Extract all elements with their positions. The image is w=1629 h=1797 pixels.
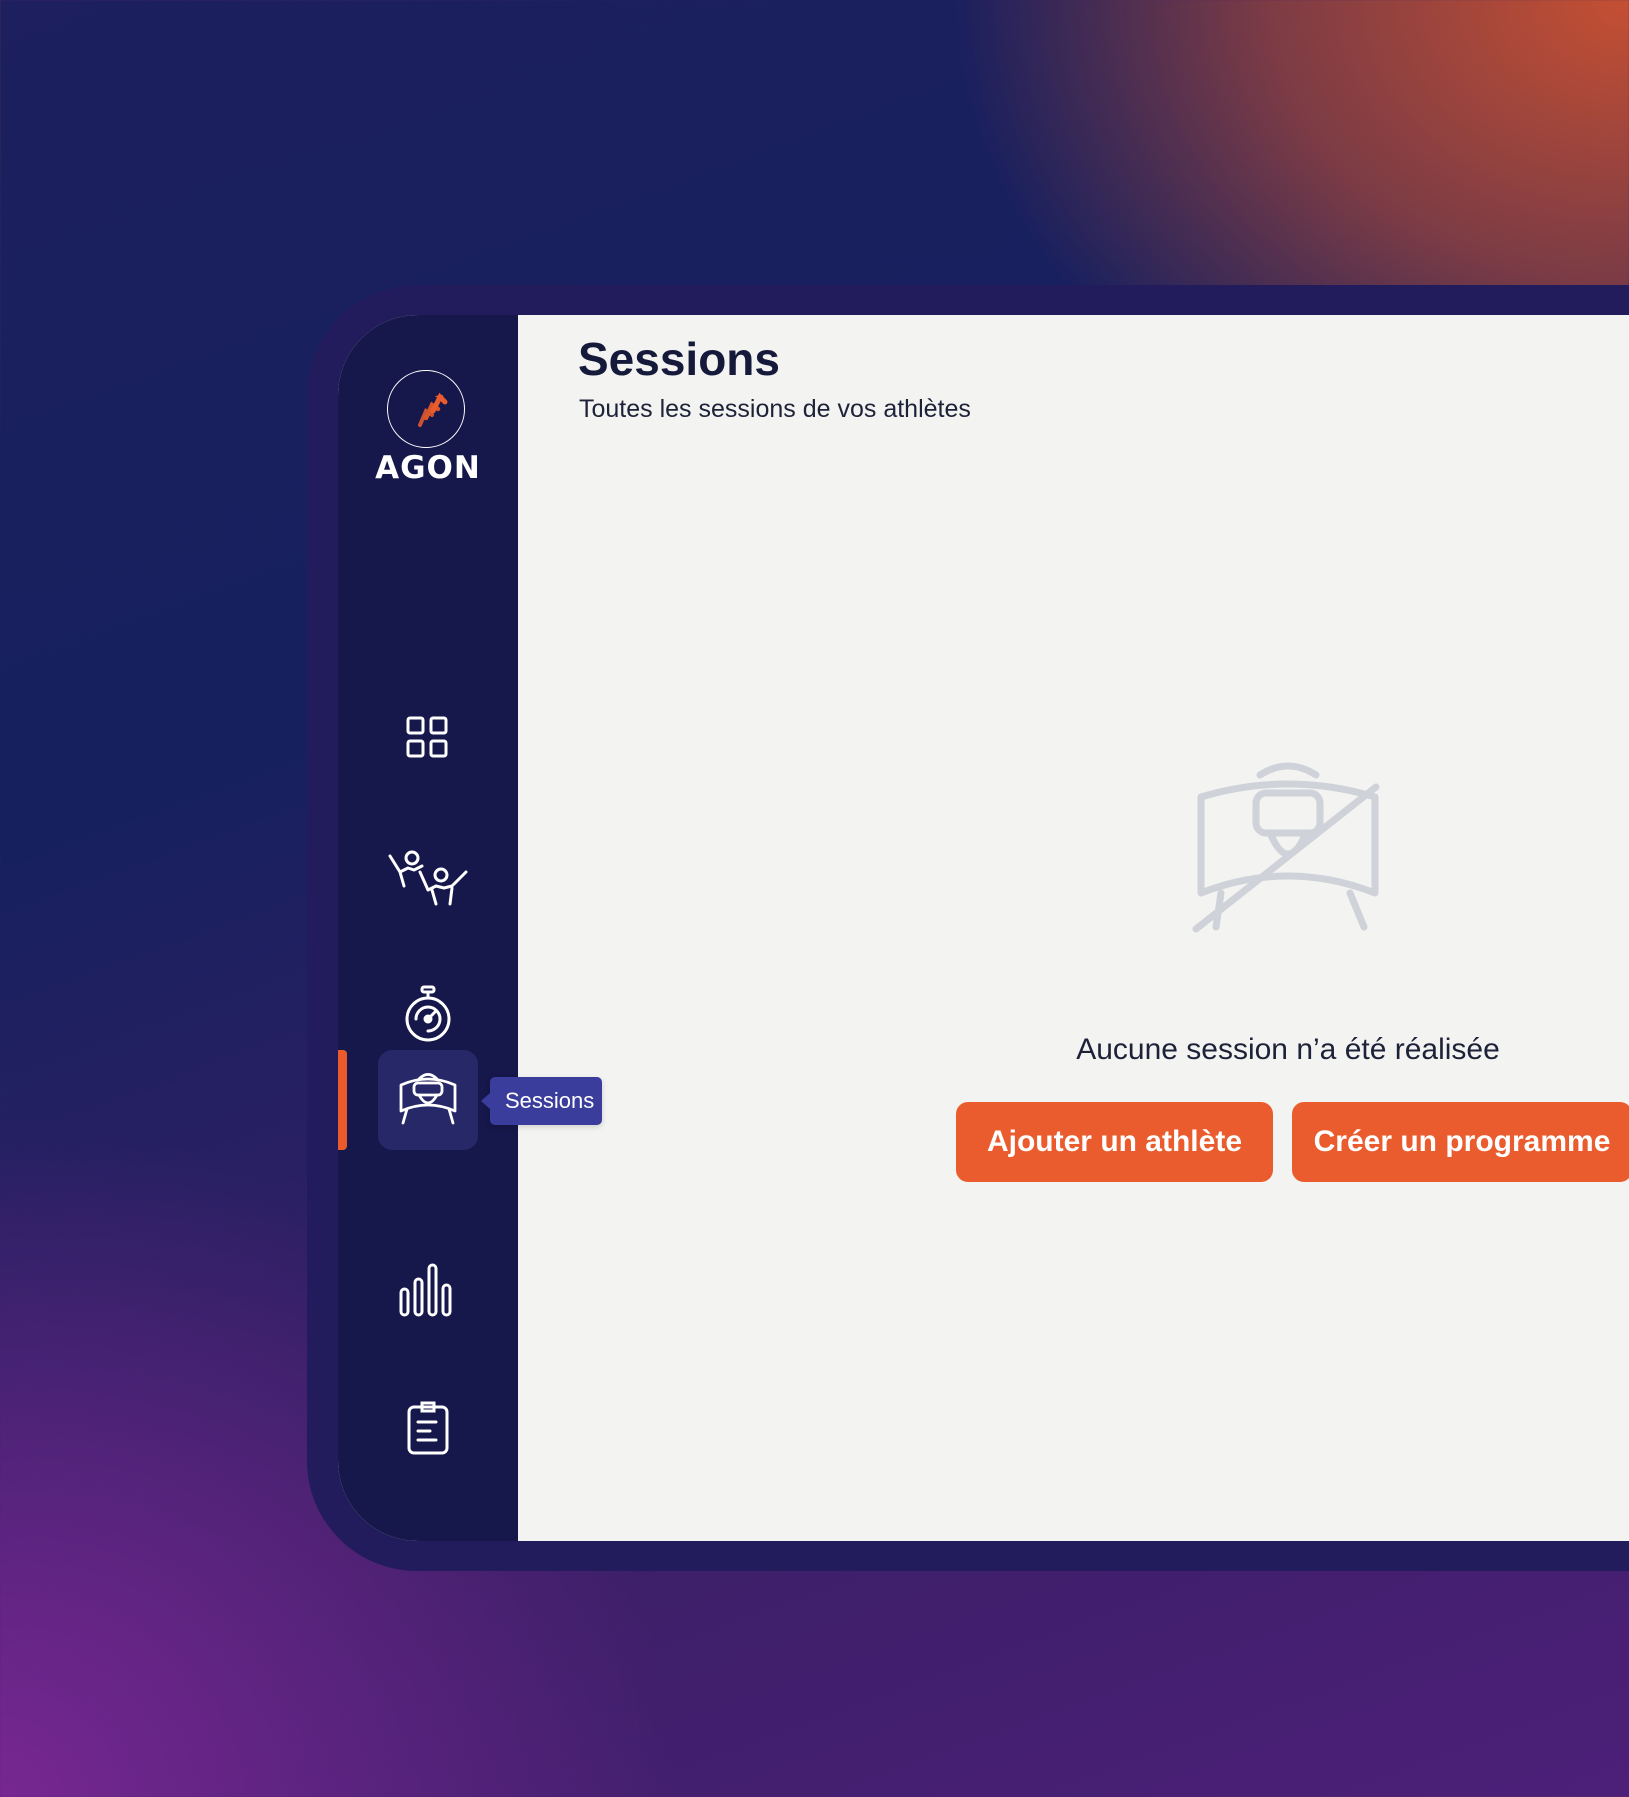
- brand-name: AGON: [375, 450, 481, 486]
- dashboard-grid-icon: [406, 716, 448, 758]
- sidebar-item-dashboard[interactable]: [378, 688, 478, 788]
- empty-state-message: Aucune session n’a été réalisée: [1076, 1033, 1500, 1066]
- stopwatch-icon: [405, 985, 451, 1042]
- sidebar-item-programs[interactable]: [378, 1378, 478, 1478]
- no-sessions-icon: [1192, 762, 1380, 933]
- bar-chart-icon: [399, 1263, 452, 1317]
- sidebar-item-sessions[interactable]: [378, 1050, 478, 1150]
- page-title: Sessions: [578, 333, 780, 385]
- athletes-icon: [388, 850, 468, 906]
- app-screen: AGON Sessions Sessions Toutes les sessio…: [338, 315, 1629, 1541]
- clipboard-icon: [407, 1401, 449, 1455]
- sidebar-item-athletes[interactable]: [378, 826, 478, 926]
- sidebar-item-statistics[interactable]: [378, 1240, 478, 1340]
- create-program-button[interactable]: Créer un programme: [1292, 1102, 1629, 1182]
- sidebar-item-stopwatch[interactable]: [378, 964, 478, 1064]
- add-athlete-button[interactable]: Ajouter un athlète: [956, 1102, 1273, 1182]
- sessions-tooltip: Sessions: [480, 1077, 603, 1125]
- active-indicator: [338, 1050, 347, 1150]
- brand-logo[interactable]: [387, 370, 465, 448]
- page-subtitle: Toutes les sessions de vos athlètes: [579, 395, 971, 423]
- sidebar: AGON Sessions: [338, 315, 603, 1541]
- vr-headset-user-icon: [399, 1073, 457, 1125]
- logo-arrows-icon: [418, 393, 448, 428]
